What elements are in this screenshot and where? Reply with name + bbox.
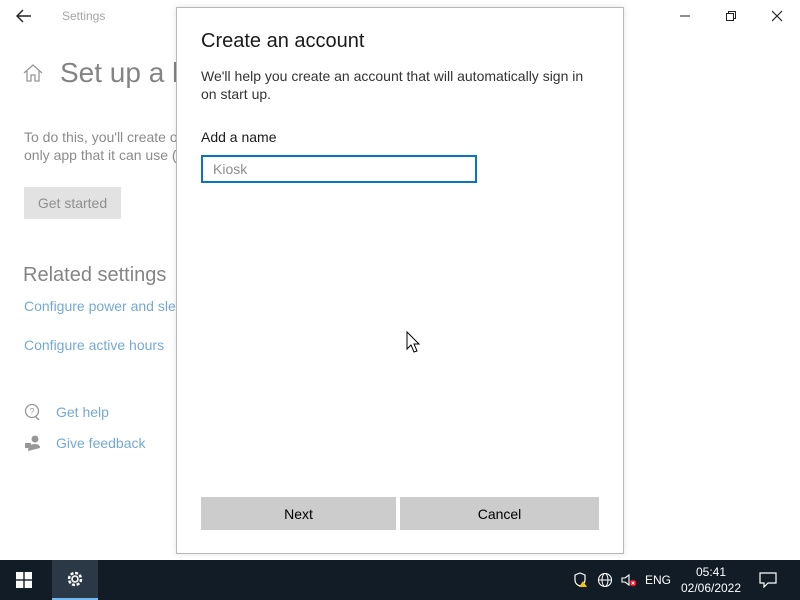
- windows-start-icon: [16, 572, 32, 588]
- dialog-title: Create an account: [201, 30, 365, 52]
- restore-button[interactable]: [708, 2, 754, 30]
- page-description: To do this, you'll create o only app tha…: [24, 128, 194, 164]
- next-button[interactable]: Next: [201, 497, 396, 530]
- notification-icon: [759, 572, 777, 588]
- volume-muted-icon: [621, 573, 637, 587]
- get-help-link[interactable]: ? Get help: [24, 403, 109, 421]
- taskbar: ENG 05:41 02/06/2022: [0, 560, 800, 600]
- give-feedback-label: Give feedback: [56, 435, 146, 451]
- network-icon: [597, 572, 613, 588]
- taskbar-settings-app[interactable]: [52, 560, 98, 600]
- security-warning-icon: [574, 572, 587, 587]
- notification-button[interactable]: [754, 560, 782, 600]
- close-button[interactable]: [754, 2, 800, 30]
- description-line-2: only app that it can use (: [24, 147, 177, 163]
- back-button[interactable]: [10, 4, 38, 28]
- dialog-description: We'll help you create an account that wi…: [201, 68, 584, 102]
- mouse-cursor-icon: [406, 331, 420, 353]
- help-icon: ?: [24, 403, 40, 421]
- security-tray-button[interactable]: [571, 560, 591, 600]
- clock-date: 02/06/2022: [680, 581, 742, 595]
- home-icon: [23, 64, 43, 82]
- get-started-button[interactable]: Get started: [24, 187, 121, 219]
- minimize-icon: [680, 15, 690, 17]
- give-feedback-link[interactable]: Give feedback: [24, 434, 146, 452]
- name-input[interactable]: [201, 155, 477, 183]
- feedback-icon: [25, 435, 40, 451]
- close-icon: [771, 10, 783, 22]
- create-account-dialog: Create an account We'll help you create …: [176, 7, 624, 554]
- related-settings-heading: Related settings: [23, 264, 167, 286]
- get-help-label: Get help: [56, 404, 109, 420]
- link-configure-active-hours[interactable]: Configure active hours: [24, 337, 164, 353]
- gear-icon: [67, 571, 83, 587]
- link-configure-power[interactable]: Configure power and sle: [24, 298, 176, 314]
- page-title: Set up a k: [60, 57, 187, 88]
- volume-tray-button[interactable]: [619, 560, 639, 600]
- name-field-label: Add a name: [201, 129, 277, 145]
- start-button[interactable]: [0, 560, 48, 600]
- language-indicator[interactable]: ENG: [643, 560, 673, 600]
- description-line-1: To do this, you'll create o: [24, 129, 178, 145]
- minimize-button[interactable]: [662, 2, 708, 30]
- page-heading: Set up a k: [22, 56, 186, 90]
- cancel-button[interactable]: Cancel: [400, 497, 599, 530]
- back-arrow-icon: [16, 9, 31, 23]
- svg-text:?: ?: [29, 407, 34, 417]
- network-tray-button[interactable]: [595, 560, 615, 600]
- restore-icon: [726, 11, 736, 21]
- clock-time: 05:41: [695, 565, 727, 579]
- window-title: Settings: [62, 9, 106, 23]
- clock[interactable]: 05:41 02/06/2022: [676, 564, 746, 596]
